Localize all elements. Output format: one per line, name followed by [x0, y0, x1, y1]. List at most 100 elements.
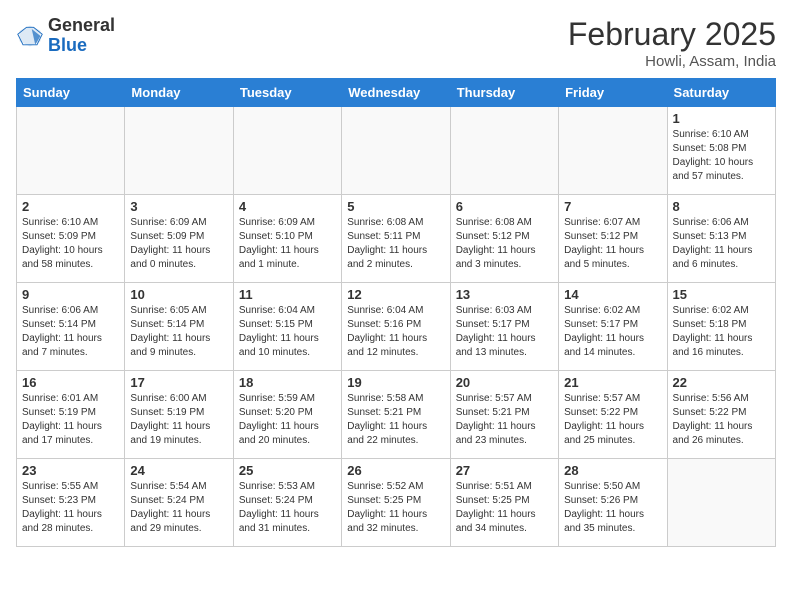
day-cell-8: 8Sunrise: 6:06 AM Sunset: 5:13 PM Daylig…	[667, 195, 775, 283]
empty-cell	[17, 107, 125, 195]
day-cell-3: 3 Sunrise: 6:09 AM Sunset: 5:09 PM Daylig…	[125, 195, 233, 283]
logo-general-text: General	[48, 15, 115, 35]
weekday-header-tuesday: Tuesday	[233, 79, 341, 107]
day-cell-20: 20 Sunrise: 5:57 AM Sunset: 5:21 PM Dayli…	[450, 371, 558, 459]
day-info: Sunrise: 5:54 AM Sunset: 5:24 PM Dayligh…	[130, 480, 227, 536]
logo: General Blue	[16, 16, 115, 56]
day-number: 18	[239, 375, 336, 390]
day-number: 4	[239, 199, 336, 214]
day-info: Sunrise: 6:02 AM Sunset: 5:18 PM Dayligh…	[673, 304, 770, 360]
day-cell-4: 4 Sunrise: 6:09 AM Sunset: 5:10 PM Daylig…	[233, 195, 341, 283]
day-number: 9	[22, 287, 119, 302]
day-number: 10	[130, 287, 227, 302]
day-number: 7	[564, 199, 661, 214]
page-header: General Blue February 2025 Howli, Assam,…	[16, 16, 776, 70]
day-cell-1: 1 Sunrise: 6:10 AM Sunset: 5:08 PM Daylig…	[667, 107, 775, 195]
logo-icon	[16, 22, 44, 50]
calendar-row-2: 2 Sunrise: 6:10 AM Sunset: 5:09 PM Daylig…	[17, 195, 776, 283]
day-cell-10: 10 Sunrise: 6:05 AM Sunset: 5:14 PM Dayli…	[125, 283, 233, 371]
day-cell-14: 14 Sunrise: 6:02 AM Sunset: 5:17 PM Dayli…	[559, 283, 667, 371]
empty-cell	[450, 107, 558, 195]
empty-cell	[125, 107, 233, 195]
day-info: Sunrise: 5:51 AM Sunset: 5:25 PM Dayligh…	[456, 480, 553, 536]
weekday-header-sunday: Sunday	[17, 79, 125, 107]
day-cell-21: 21 Sunrise: 5:57 AM Sunset: 5:22 PM Dayli…	[559, 371, 667, 459]
calendar-table: SundayMondayTuesdayWednesdayThursdayFrid…	[16, 78, 776, 547]
day-info: Sunrise: 5:52 AM Sunset: 5:25 PM Dayligh…	[347, 480, 444, 536]
day-info: Sunrise: 6:01 AM Sunset: 5:19 PM Dayligh…	[22, 392, 119, 448]
day-cell-15: 15Sunrise: 6:02 AM Sunset: 5:18 PM Dayli…	[667, 283, 775, 371]
day-number: 26	[347, 463, 444, 478]
location-text: Howli, Assam, India	[568, 53, 776, 70]
day-cell-12: 12 Sunrise: 6:04 AM Sunset: 5:16 PM Dayli…	[342, 283, 450, 371]
day-number: 12	[347, 287, 444, 302]
day-cell-27: 27 Sunrise: 5:51 AM Sunset: 5:25 PM Dayli…	[450, 459, 558, 547]
day-info: Sunrise: 6:02 AM Sunset: 5:17 PM Dayligh…	[564, 304, 661, 360]
weekday-header-row: SundayMondayTuesdayWednesdayThursdayFrid…	[17, 79, 776, 107]
day-info: Sunrise: 6:08 AM Sunset: 5:12 PM Dayligh…	[456, 216, 553, 272]
day-info: Sunrise: 6:04 AM Sunset: 5:16 PM Dayligh…	[347, 304, 444, 360]
day-info: Sunrise: 5:50 AM Sunset: 5:26 PM Dayligh…	[564, 480, 661, 536]
calendar-row-4: 16 Sunrise: 6:01 AM Sunset: 5:19 PM Dayli…	[17, 371, 776, 459]
day-cell-5: 5 Sunrise: 6:08 AM Sunset: 5:11 PM Daylig…	[342, 195, 450, 283]
day-number: 17	[130, 375, 227, 390]
day-cell-25: 25 Sunrise: 5:53 AM Sunset: 5:24 PM Dayli…	[233, 459, 341, 547]
day-number: 19	[347, 375, 444, 390]
day-number: 21	[564, 375, 661, 390]
day-info: Sunrise: 5:53 AM Sunset: 5:24 PM Dayligh…	[239, 480, 336, 536]
title-area: February 2025 Howli, Assam, India	[568, 16, 776, 70]
empty-cell	[559, 107, 667, 195]
day-cell-18: 18 Sunrise: 5:59 AM Sunset: 5:20 PM Dayli…	[233, 371, 341, 459]
day-info: Sunrise: 5:59 AM Sunset: 5:20 PM Dayligh…	[239, 392, 336, 448]
day-cell-6: 6 Sunrise: 6:08 AM Sunset: 5:12 PM Daylig…	[450, 195, 558, 283]
day-info: Sunrise: 6:10 AM Sunset: 5:09 PM Dayligh…	[22, 216, 119, 272]
day-info: Sunrise: 6:05 AM Sunset: 5:14 PM Dayligh…	[130, 304, 227, 360]
day-info: Sunrise: 6:07 AM Sunset: 5:12 PM Dayligh…	[564, 216, 661, 272]
day-info: Sunrise: 5:55 AM Sunset: 5:23 PM Dayligh…	[22, 480, 119, 536]
day-number: 16	[22, 375, 119, 390]
day-info: Sunrise: 6:08 AM Sunset: 5:11 PM Dayligh…	[347, 216, 444, 272]
day-number: 27	[456, 463, 553, 478]
day-number: 13	[456, 287, 553, 302]
day-info: Sunrise: 6:00 AM Sunset: 5:19 PM Dayligh…	[130, 392, 227, 448]
weekday-header-monday: Monday	[125, 79, 233, 107]
day-info: Sunrise: 6:10 AM Sunset: 5:08 PM Dayligh…	[673, 128, 770, 184]
empty-cell	[233, 107, 341, 195]
day-number: 20	[456, 375, 553, 390]
day-cell-24: 24Sunrise: 5:54 AM Sunset: 5:24 PM Dayli…	[125, 459, 233, 547]
day-number: 28	[564, 463, 661, 478]
day-number: 11	[239, 287, 336, 302]
day-number: 1	[673, 111, 770, 126]
day-cell-13: 13Sunrise: 6:03 AM Sunset: 5:17 PM Dayli…	[450, 283, 558, 371]
day-number: 23	[22, 463, 119, 478]
month-title: February 2025	[568, 16, 776, 53]
empty-cell	[342, 107, 450, 195]
day-info: Sunrise: 5:57 AM Sunset: 5:22 PM Dayligh…	[564, 392, 661, 448]
day-cell-16: 16 Sunrise: 6:01 AM Sunset: 5:19 PM Dayli…	[17, 371, 125, 459]
day-info: Sunrise: 6:09 AM Sunset: 5:10 PM Dayligh…	[239, 216, 336, 272]
logo-blue-text: Blue	[48, 35, 87, 55]
day-number: 3	[130, 199, 227, 214]
weekday-header-saturday: Saturday	[667, 79, 775, 107]
weekday-header-wednesday: Wednesday	[342, 79, 450, 107]
day-number: 8	[673, 199, 770, 214]
day-cell-26: 26 Sunrise: 5:52 AM Sunset: 5:25 PM Dayli…	[342, 459, 450, 547]
calendar-row-1: 1 Sunrise: 6:10 AM Sunset: 5:08 PM Daylig…	[17, 107, 776, 195]
day-cell-17: 17 Sunrise: 6:00 AM Sunset: 5:19 PM Dayli…	[125, 371, 233, 459]
day-number: 25	[239, 463, 336, 478]
day-cell-19: 19 Sunrise: 5:58 AM Sunset: 5:21 PM Dayli…	[342, 371, 450, 459]
day-cell-28: 28 Sunrise: 5:50 AM Sunset: 5:26 PM Dayli…	[559, 459, 667, 547]
day-cell-2: 2 Sunrise: 6:10 AM Sunset: 5:09 PM Daylig…	[17, 195, 125, 283]
day-info: Sunrise: 5:57 AM Sunset: 5:21 PM Dayligh…	[456, 392, 553, 448]
day-number: 14	[564, 287, 661, 302]
day-info: Sunrise: 6:04 AM Sunset: 5:15 PM Dayligh…	[239, 304, 336, 360]
day-number: 6	[456, 199, 553, 214]
day-info: Sunrise: 5:58 AM Sunset: 5:21 PM Dayligh…	[347, 392, 444, 448]
day-info: Sunrise: 6:09 AM Sunset: 5:09 PM Dayligh…	[130, 216, 227, 272]
day-number: 5	[347, 199, 444, 214]
weekday-header-friday: Friday	[559, 79, 667, 107]
day-cell-23: 23 Sunrise: 5:55 AM Sunset: 5:23 PM Dayli…	[17, 459, 125, 547]
day-info: Sunrise: 6:06 AM Sunset: 5:14 PM Dayligh…	[22, 304, 119, 360]
day-cell-22: 22Sunrise: 5:56 AM Sunset: 5:22 PM Dayli…	[667, 371, 775, 459]
day-number: 2	[22, 199, 119, 214]
